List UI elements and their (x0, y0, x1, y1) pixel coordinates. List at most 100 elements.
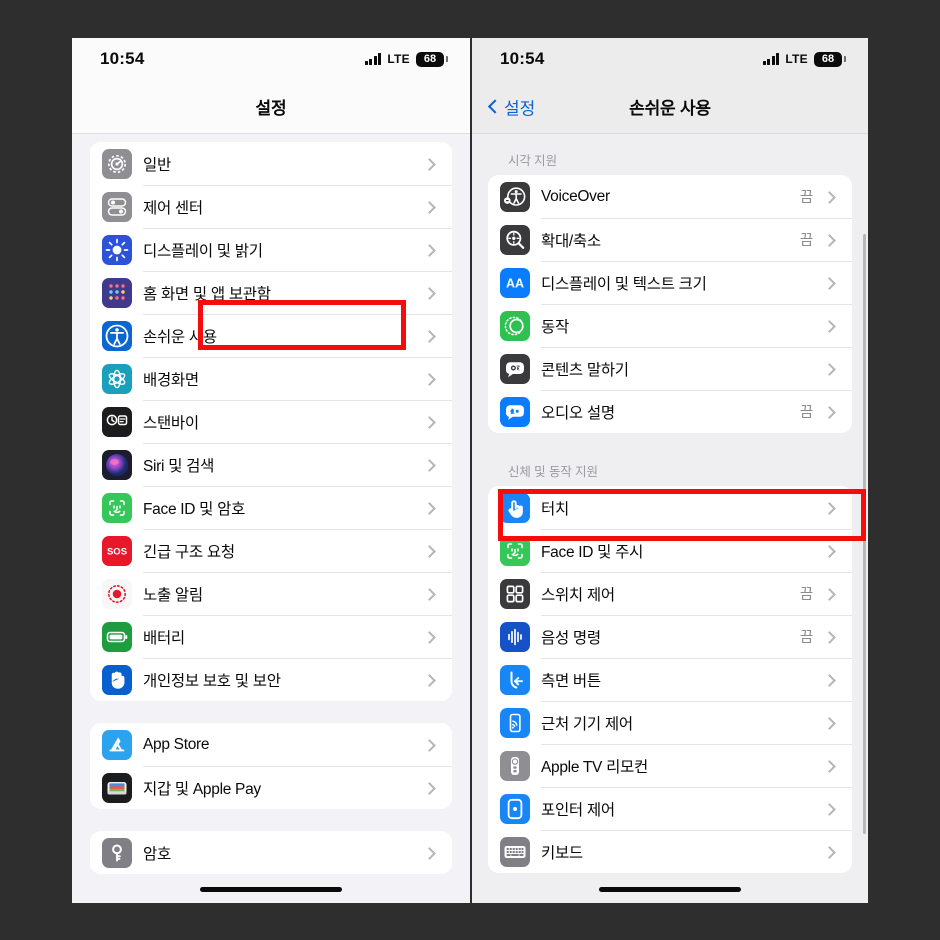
chevron-right-icon (822, 543, 838, 559)
faceid-icon (102, 492, 132, 523)
chevron-right-icon (822, 586, 838, 602)
siri-icon (102, 449, 132, 480)
keyboard-icon (500, 836, 530, 867)
chevron-right-icon (822, 361, 838, 377)
settings-row-스위치-제어[interactable]: 스위치 제어 끔 (488, 572, 852, 615)
wallet-icon (102, 772, 132, 803)
settings-row-키보드[interactable]: 키보드 (488, 830, 852, 873)
settings-row-디스플레이-및-밝기[interactable]: 디스플레이 및 밝기 (90, 228, 452, 271)
back-button[interactable]: 설정 (488, 94, 535, 119)
left-settings-scroll[interactable]: 일반제어 센터디스플레이 및 밝기 홈 화면 및 앱 보관함손쉬운 사용배경화면스… (72, 134, 470, 903)
standby-icon (102, 406, 132, 437)
voiceover-icon (500, 181, 530, 212)
chevron-right-icon (822, 844, 838, 860)
chevron-right-icon (422, 672, 438, 688)
home-indicator (599, 887, 741, 892)
settings-row-측면-버튼[interactable]: 측면 버튼 (488, 658, 852, 701)
settings-group: App Store 지갑 및 Apple Pay (90, 723, 452, 809)
status-indicators: LTE 68 (762, 51, 846, 67)
settings-row-지갑-및-apple-pay[interactable]: 지갑 및 Apple Pay (90, 766, 452, 809)
settings-row-배터리[interactable]: 배터리 (90, 615, 452, 658)
faceid-attention-icon (500, 535, 530, 566)
settings-row-value: 끔 (799, 587, 813, 603)
section-header: 시각 지원 (508, 154, 557, 168)
settings-row-label: 포인터 제어 (541, 801, 615, 819)
chevron-right-icon (422, 845, 438, 861)
settings-row-디스플레이-및-텍스트-크기[interactable]: AA 디스플레이 및 텍스트 크기 (488, 261, 852, 304)
settings-row-value: 끔 (799, 405, 813, 421)
vertical-scrollbar[interactable] (863, 234, 866, 834)
settings-row-노출-알림[interactable]: 노출 알림 (90, 572, 452, 615)
settings-row-암호[interactable]: 암호 (90, 831, 452, 874)
settings-row-배경화면[interactable]: 배경화면 (90, 357, 452, 400)
spoken-content-icon: D (500, 353, 530, 384)
settings-row-app-store[interactable]: App Store (90, 723, 452, 766)
settings-row-label: 음성 명령 (541, 629, 601, 647)
sos-icon: SOS (102, 535, 132, 566)
settings-row-label: Siri 및 검색 (143, 457, 215, 475)
status-clock: 10:54 (100, 49, 145, 68)
settings-row-제어-센터[interactable]: 제어 센터 (90, 185, 452, 228)
settings-row-value: 끔 (799, 190, 813, 206)
settings-row-label: 측면 버튼 (541, 672, 601, 690)
motion-icon (500, 310, 530, 341)
settings-row-스탠바이[interactable]: 스탠바이 (90, 400, 452, 443)
settings-row-콘텐츠-말하기[interactable]: D 콘텐츠 말하기 (488, 347, 852, 390)
settings-row-개인정보-보호-및-보안[interactable]: 개인정보 보호 및 보안 (90, 658, 452, 701)
switch-control-icon (500, 578, 530, 609)
left-phone-panel: 10:54 LTE 68 설정 일반제어 센터디스플레이 및 밝기 홈 화면 및 … (72, 38, 470, 903)
page-title: 손쉬운 사용 (629, 99, 711, 118)
settings-row-label: 배터리 (143, 629, 185, 647)
chevron-right-icon (422, 199, 438, 215)
settings-row-apple-tv-리모컨[interactable]: Apple TV 리모컨 (488, 744, 852, 787)
nearby-device-control-icon (500, 707, 530, 738)
settings-row-동작[interactable]: 동작 (488, 304, 852, 347)
settings-row-손쉬운-사용[interactable]: 손쉬운 사용 (90, 314, 452, 357)
network-type-label: LTE (785, 52, 808, 66)
chevron-right-icon (422, 780, 438, 796)
battery-indicator: 68 (814, 51, 846, 67)
exposure-notification-icon (102, 578, 132, 609)
settings-row-음성-명령[interactable]: 음성 명령 끔 (488, 615, 852, 658)
settings-row-label: 손쉬운 사용 (143, 328, 217, 346)
chevron-right-icon (422, 737, 438, 753)
settings-group: 터치 Face ID 및 주시 스위치 제어 끔 음성 명령 끔 측면 버튼 근처 기기 제어… (488, 486, 852, 873)
chevron-right-icon (422, 500, 438, 516)
settings-row-face-id-및-암호[interactable]: Face ID 및 암호 (90, 486, 452, 529)
settings-row-홈-화면-및-앱-보관함[interactable]: 홈 화면 및 앱 보관함 (90, 271, 452, 314)
settings-row-근처-기기-제어[interactable]: 근처 기기 제어 (488, 701, 852, 744)
section-header: 신체 및 동작 지원 (508, 465, 598, 479)
display-text-size-icon: AA (500, 267, 530, 298)
status-indicators: LTE 68 (364, 51, 448, 67)
settings-row-터치[interactable]: 터치 (488, 486, 852, 529)
settings-row-label: VoiceOver (541, 187, 610, 205)
chevron-right-icon (422, 328, 438, 344)
settings-row-label: 스탠바이 (143, 414, 199, 432)
settings-row-label: 디스플레이 및 텍스트 크기 (541, 275, 707, 293)
settings-row-label: 제어 센터 (143, 199, 203, 217)
settings-row-포인터-제어[interactable]: 포인터 제어 (488, 787, 852, 830)
chevron-right-icon (822, 318, 838, 334)
page-title: 설정 (255, 99, 287, 118)
chevron-right-icon (422, 543, 438, 559)
settings-row-siri-및-검색[interactable]: Siri 및 검색 (90, 443, 452, 486)
settings-row-label: 지갑 및 Apple Pay (143, 780, 261, 798)
wallpaper-icon (102, 363, 132, 394)
home-screen-icon (102, 277, 132, 308)
settings-row-확대-축소[interactable]: 확대/축소 끔 (488, 218, 852, 261)
settings-row-긴급-구조-요청[interactable]: SOS 긴급 구조 요청 (90, 529, 452, 572)
settings-row-voiceover[interactable]: VoiceOver 끔 (488, 175, 852, 218)
app-store-icon (102, 729, 132, 760)
brightness-icon (102, 234, 132, 265)
right-settings-scroll[interactable]: 시각 지원 VoiceOver 끔 확대/축소 끔 AA 디스플레이 및 텍스트 크기 동작 D… (472, 134, 868, 903)
settings-row-label: 긴급 구조 요청 (143, 543, 235, 561)
chevron-right-icon (822, 500, 838, 516)
settings-row-label: 암호 (143, 845, 171, 863)
settings-row-label: 노출 알림 (143, 586, 203, 604)
settings-row-face-id-및-주시[interactable]: Face ID 및 주시 (488, 529, 852, 572)
settings-row-일반[interactable]: 일반 (90, 142, 452, 185)
settings-row-label: 오디오 설명 (541, 404, 615, 422)
zoom-magnifier-icon (500, 224, 530, 255)
settings-row-label: 콘텐츠 말하기 (541, 361, 629, 379)
settings-row-오디오-설명[interactable]: 오디오 설명 끔 (488, 390, 852, 433)
